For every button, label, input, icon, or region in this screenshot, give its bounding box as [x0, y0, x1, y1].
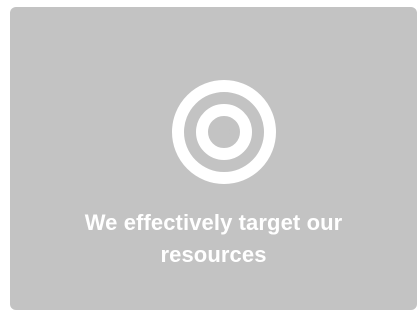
target-icon — [172, 80, 276, 184]
info-card: We effectively target our resources — [10, 7, 417, 310]
card-caption: We effectively target our resources — [84, 210, 343, 267]
